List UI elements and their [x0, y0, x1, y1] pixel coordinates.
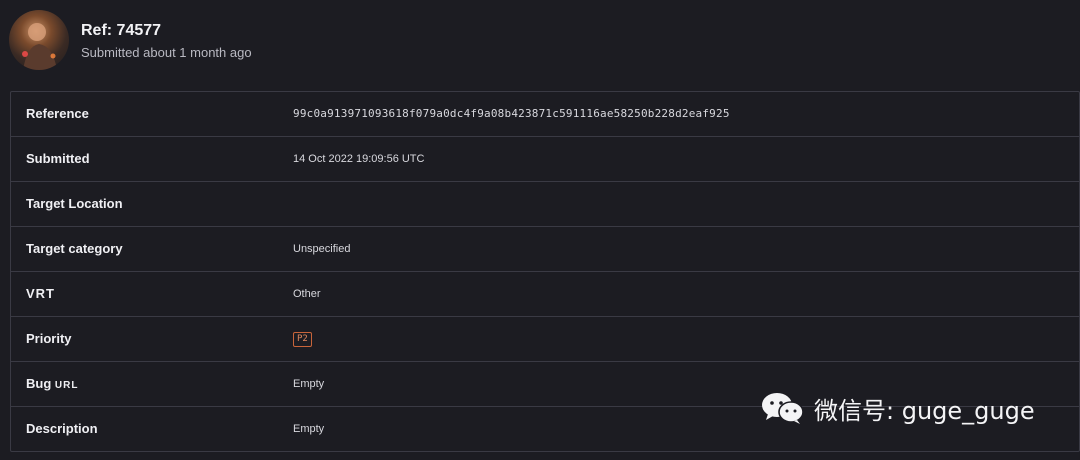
description-value: Empty	[293, 423, 325, 435]
bug-url-value: Empty	[293, 378, 325, 390]
details-row-reference: Reference 99c0a913971093618f079a0dc4f9a0…	[11, 92, 1079, 137]
reference-label: Reference	[26, 106, 89, 121]
wechat-icon	[762, 393, 804, 424]
submitted-label: Submitted	[26, 151, 90, 166]
vrt-label: VRT	[26, 286, 55, 301]
target-category-label: Target category	[26, 241, 123, 256]
description-label: Description	[26, 421, 98, 436]
details-row-priority: Priority P2	[11, 317, 1079, 362]
details-row-vrt: VRT Other	[11, 272, 1079, 317]
priority-badge: P2	[293, 331, 312, 347]
vrt-value: Other	[293, 288, 321, 300]
details-row-submitted: Submitted 14 Oct 2022 19:09:56 UTC	[11, 137, 1079, 182]
priority-label: Priority	[26, 331, 72, 346]
target-category-value: Unspecified	[293, 243, 351, 255]
report-header: Ref: 74577 Submitted about 1 month ago	[0, 0, 1080, 90]
submitted-value: 14 Oct 2022 19:09:56 UTC	[293, 153, 425, 165]
reference-value: 99c0a913971093618f079a0dc4f9a08b423871c5…	[293, 107, 730, 120]
watermark: 微信号: guge_guge	[760, 388, 1035, 428]
priority-value: P2	[293, 317, 312, 361]
page-title: Ref: 74577	[81, 22, 162, 39]
bug-url-label-prefix: Bug	[26, 376, 55, 391]
bug-url-label-suffix: URL	[54, 380, 79, 391]
details-row-target-location: Target Location	[11, 182, 1079, 227]
details-row-target-category: Target category Unspecified	[11, 227, 1079, 272]
watermark-text: 微信号: guge_guge	[814, 396, 1035, 425]
target-location-label: Target Location	[26, 196, 123, 211]
avatar[interactable]	[9, 10, 69, 70]
bug-url-label: Bug URL	[26, 362, 78, 408]
submitted-time: Submitted about 1 month ago	[81, 45, 252, 60]
